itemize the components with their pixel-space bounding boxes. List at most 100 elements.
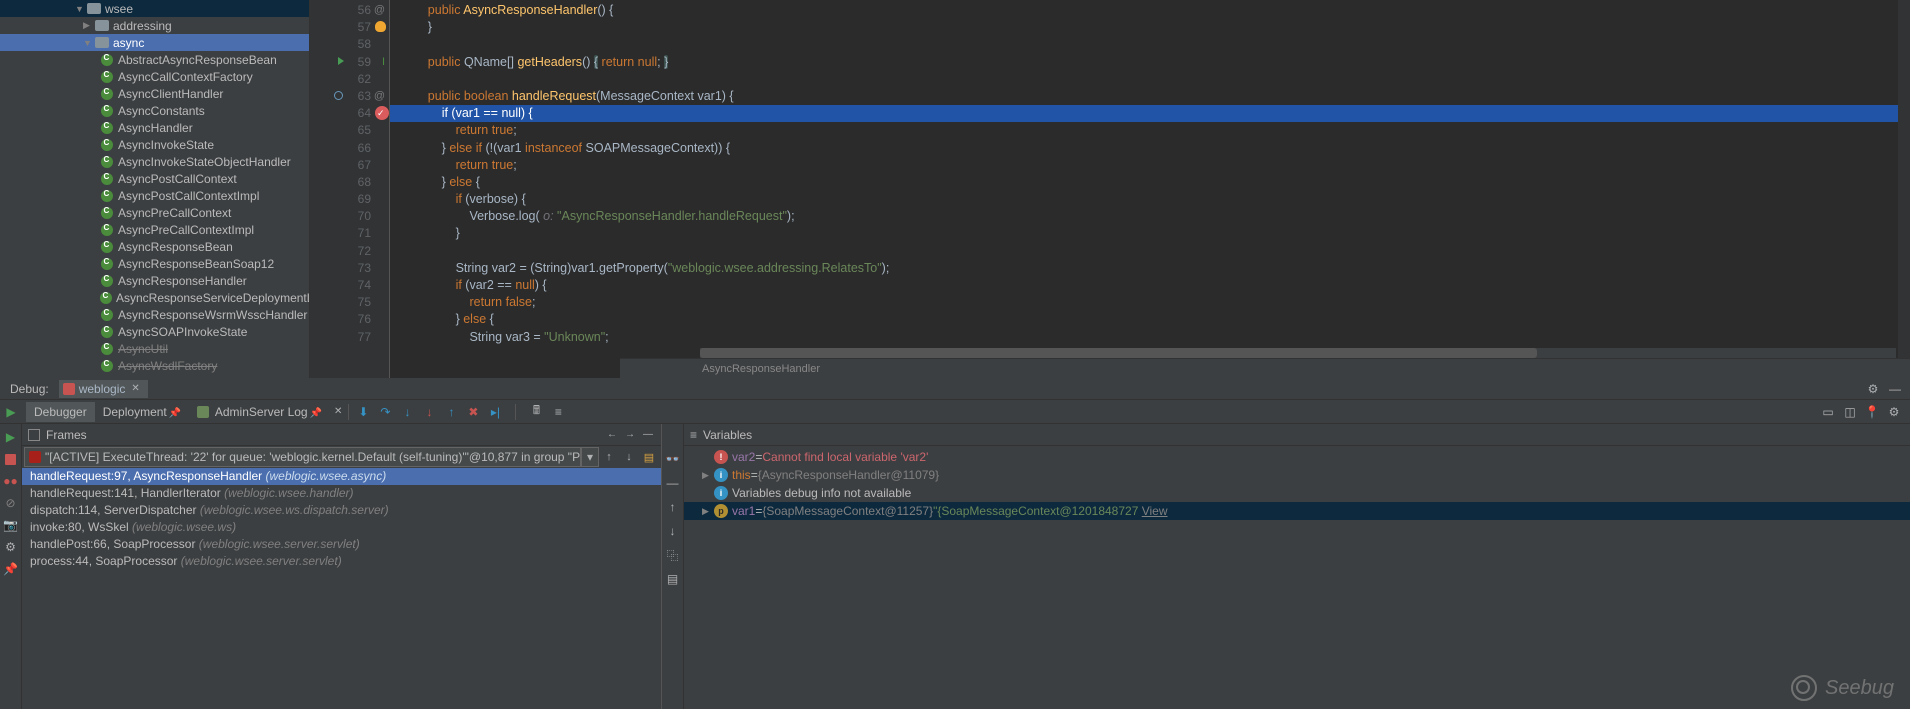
tree-class-item[interactable]: AsyncUtil: [0, 340, 309, 357]
show-watches-icon[interactable]: ▤: [666, 572, 680, 586]
next-frame-icon[interactable]: →: [623, 428, 637, 442]
expand-icon[interactable]: ▶: [702, 502, 714, 520]
tab-adminserver-log[interactable]: AdminServer Log📌: [189, 402, 330, 422]
code-line[interactable]: if (var2 == null) {: [390, 277, 1910, 294]
tab-debugger[interactable]: Debugger: [26, 402, 95, 422]
tree-class-item[interactable]: AsyncConstants: [0, 102, 309, 119]
editor-error-stripe[interactable]: [1898, 0, 1910, 378]
tree-class-item[interactable]: AsyncInvokeStateObjectHandler: [0, 153, 309, 170]
pin-tab-icon[interactable]: 📍: [1864, 404, 1880, 420]
tree-class-item[interactable]: AsyncResponseHandler: [0, 272, 309, 289]
implements-icon[interactable]: [338, 57, 344, 65]
override-icon[interactable]: @: [374, 88, 385, 105]
override-icon[interactable]: @: [374, 2, 385, 19]
expand-icon[interactable]: ▶: [702, 466, 714, 484]
stack-frame-row[interactable]: process:44, SoapProcessor (weblogic.wsee…: [22, 553, 661, 570]
collapse-icon[interactable]: ▼: [83, 38, 93, 48]
new-watch-icon[interactable]: 👓: [666, 452, 680, 466]
stack-frame-row[interactable]: handlePost:66, SoapProcessor (weblogic.w…: [22, 536, 661, 553]
drop-frame-icon[interactable]: ✖: [465, 404, 481, 420]
code-line[interactable]: } else {: [390, 311, 1910, 328]
restore-layout-icon[interactable]: ◫: [1842, 404, 1858, 420]
rerun-button[interactable]: ▶: [0, 405, 22, 419]
code-line[interactable]: public boolean handleRequest(MessageCont…: [390, 88, 1910, 105]
tree-class-item[interactable]: AsyncClientHandler: [0, 85, 309, 102]
scrollbar-thumb[interactable]: [700, 348, 1537, 358]
step-over-icon[interactable]: ↷: [377, 404, 393, 420]
variable-row[interactable]: !var2 = Cannot find local variable 'var2…: [684, 448, 1910, 466]
code-line[interactable]: return false;: [390, 294, 1910, 311]
variable-row[interactable]: ▶pvar1 = {SoapMessageContext@11257} "{So…: [684, 502, 1910, 520]
minimize-icon[interactable]: —: [1888, 382, 1902, 396]
tree-class-item[interactable]: AsyncSOAPInvokeState: [0, 323, 309, 340]
variable-row[interactable]: ▶ithis = {AsyncResponseHandler@11079}: [684, 466, 1910, 484]
code-editor[interactable]: 56@575859I6263@6465666768697071727374757…: [310, 0, 1910, 378]
run-config-tab[interactable]: weblogic ✕: [59, 380, 148, 398]
override-icon[interactable]: I: [382, 54, 385, 71]
view-breakpoints-icon[interactable]: ●●: [4, 474, 18, 488]
tree-class-item[interactable]: AsyncResponseServiceDeploymentListener: [0, 289, 309, 306]
tree-class-item[interactable]: AsyncCallContextFactory: [0, 68, 309, 85]
settings-gear-icon[interactable]: ⚙: [1886, 404, 1902, 420]
stack-frame-row[interactable]: handleRequest:141, HandlerIterator (webl…: [22, 485, 661, 502]
code-line[interactable]: public QName[] getHeaders() { return nul…: [390, 54, 1910, 71]
code-line[interactable]: } else if (!(var1 instanceof SOAPMessage…: [390, 140, 1910, 157]
tree-class-item[interactable]: AsyncInvokeState: [0, 136, 309, 153]
stack-frame-row[interactable]: handleRequest:97, AsyncResponseHandler (…: [22, 468, 661, 485]
prev-frame-icon[interactable]: ←: [605, 428, 619, 442]
prev-thread-icon[interactable]: ↑: [599, 451, 619, 463]
tree-class-item[interactable]: AsyncPostCallContextImpl: [0, 187, 309, 204]
step-into-icon[interactable]: ↓: [399, 404, 415, 420]
get-thread-dump-icon[interactable]: 📷: [4, 518, 18, 532]
variable-row[interactable]: iVariables debug info not available: [684, 484, 1910, 502]
mute-breakpoints-icon[interactable]: ⊘: [4, 496, 18, 510]
step-out-icon[interactable]: ↑: [443, 404, 459, 420]
pin-icon[interactable]: 📌: [4, 562, 18, 576]
code-line[interactable]: String var3 = "Unknown";: [390, 329, 1910, 346]
show-execution-point-icon[interactable]: ⬇: [355, 404, 371, 420]
settings-icon[interactable]: ⚙: [1866, 382, 1880, 396]
code-line[interactable]: [390, 36, 1910, 53]
tree-folder-async[interactable]: ▼ async: [0, 34, 309, 51]
code-line[interactable]: String var2 = (String)var1.getProperty("…: [390, 260, 1910, 277]
code-area[interactable]: public AsyncResponseHandler() { } public…: [390, 0, 1910, 378]
tree-class-item[interactable]: AsyncPreCallContext: [0, 204, 309, 221]
tree-class-item[interactable]: AsyncPreCallContextImpl: [0, 221, 309, 238]
dropdown-arrow-icon[interactable]: ▾: [581, 447, 599, 467]
move-down-icon[interactable]: ↓: [666, 524, 680, 538]
tree-class-item[interactable]: AsyncResponseWsrmWsscHandler: [0, 306, 309, 323]
tree-class-item[interactable]: AsyncHandler: [0, 119, 309, 136]
move-up-icon[interactable]: ↑: [666, 500, 680, 514]
variables-list[interactable]: !var2 = Cannot find local variable 'var2…: [684, 446, 1910, 709]
duplicate-watch-icon[interactable]: ⿻: [666, 548, 680, 562]
tab-deployment[interactable]: Deployment📌: [95, 402, 189, 422]
run-to-cursor-icon[interactable]: ▸|: [487, 404, 503, 420]
thread-selector[interactable]: "[ACTIVE] ExecuteThread: '22' for queue:…: [24, 447, 581, 467]
editor-gutter[interactable]: 56@575859I6263@6465666768697071727374757…: [310, 0, 390, 378]
tree-folder-wsee[interactable]: ▼ wsee: [0, 0, 309, 17]
tree-class-item[interactable]: AsyncPostCallContext: [0, 170, 309, 187]
filter-icon[interactable]: ▤: [639, 451, 659, 464]
code-line[interactable]: public AsyncResponseHandler() {: [390, 2, 1910, 19]
evaluate-expression-icon[interactable]: 🖩: [528, 404, 544, 420]
resume-icon[interactable]: ▶: [4, 430, 18, 444]
code-line[interactable]: Verbose.log( o: "AsyncResponseHandler.ha…: [390, 208, 1910, 225]
stack-frame-row[interactable]: invoke:80, WsSkel (weblogic.wsee.ws): [22, 519, 661, 536]
settings-icon[interactable]: ⚙: [4, 540, 18, 554]
next-thread-icon[interactable]: ↓: [619, 451, 639, 463]
tree-class-item[interactable]: AsyncWsdlFactory: [0, 357, 309, 374]
trace-icon[interactable]: ≡: [550, 404, 566, 420]
breakpoint-verified-icon[interactable]: [375, 106, 389, 120]
frames-list[interactable]: handleRequest:97, AsyncResponseHandler (…: [22, 468, 661, 709]
close-tab-icon[interactable]: ✕: [131, 383, 139, 394]
code-line[interactable]: } else {: [390, 174, 1910, 191]
close-icon[interactable]: ✕: [334, 406, 342, 417]
code-line[interactable]: [390, 71, 1910, 88]
code-line[interactable]: return true;: [390, 122, 1910, 139]
stack-frame-row[interactable]: dispatch:114, ServerDispatcher (weblogic…: [22, 502, 661, 519]
intention-bulb-icon[interactable]: [375, 21, 386, 32]
horizontal-scrollbar[interactable]: [700, 348, 1896, 358]
stop-icon[interactable]: [4, 452, 18, 466]
project-tree[interactable]: ▼ wsee ▶ addressing ▼ async AbstractAsyn…: [0, 0, 310, 378]
force-step-into-icon[interactable]: ↓: [421, 404, 437, 420]
